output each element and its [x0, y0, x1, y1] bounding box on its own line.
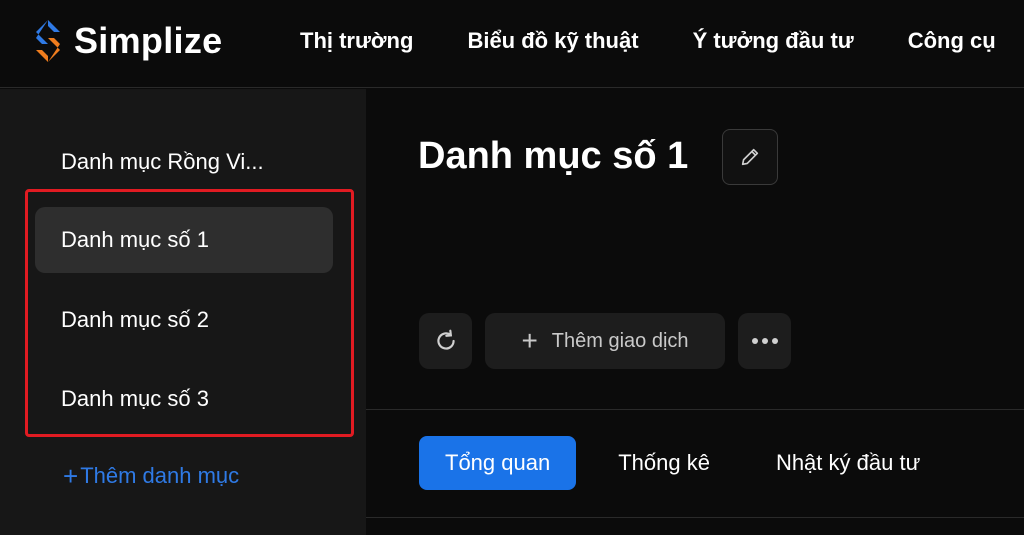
- pencil-icon: [741, 148, 759, 166]
- main-nav: Thị trường Biểu đồ kỹ thuật Ý tưởng đầu …: [300, 28, 1024, 54]
- section-divider: [366, 517, 1024, 518]
- sidebar-item-portfolio-2[interactable]: Danh mục số 2: [35, 287, 333, 353]
- nav-item-technical-chart[interactable]: Biểu đồ kỹ thuật: [467, 28, 638, 54]
- add-portfolio-label: Thêm danh mục: [80, 463, 240, 488]
- portfolio-tabs: Tổng quan Thống kê Nhật ký đầu tư: [419, 436, 920, 490]
- tab-overview[interactable]: Tổng quan: [419, 436, 577, 490]
- brand-logo[interactable]: Simplize: [32, 18, 222, 64]
- nav-item-tools[interactable]: Công cụ: [908, 28, 996, 54]
- sidebar-item-label: Danh mục Rồng Vi...: [61, 149, 264, 174]
- sidebar-item-portfolio-3[interactable]: Danh mục số 3: [35, 366, 333, 432]
- sidebar-item-label: Danh mục số 1: [61, 227, 209, 252]
- portfolio-sidebar: Danh mục Rồng Vi... Danh mục số 1 Danh m…: [0, 89, 366, 535]
- sidebar-item-portfolio-rong-viet[interactable]: Danh mục Rồng Vi...: [35, 129, 333, 195]
- page-title: Danh mục số 1: [418, 135, 689, 177]
- nav-item-market[interactable]: Thị trường: [300, 28, 413, 54]
- sidebar-item-label: Danh mục số 3: [61, 386, 209, 411]
- more-icon: [751, 338, 778, 344]
- brand-name: Simplize: [74, 20, 223, 61]
- more-options-button[interactable]: [738, 313, 791, 369]
- refresh-icon: [436, 329, 455, 350]
- simplize-logo-icon: [36, 20, 60, 62]
- main-content: Danh mục số 1 + Thêm giao dịch Tổng quan…: [366, 89, 1024, 535]
- sidebar-item-label: Danh mục số 2: [61, 307, 209, 332]
- sidebar-item-portfolio-1[interactable]: Danh mục số 1: [35, 207, 333, 273]
- refresh-button[interactable]: [419, 313, 472, 369]
- add-transaction-button[interactable]: + Thêm giao dịch: [485, 313, 725, 369]
- tab-investment-log[interactable]: Nhật ký đầu tư: [776, 450, 920, 476]
- add-portfolio-button[interactable]: + Thêm danh mục: [63, 463, 239, 489]
- nav-item-investment-ideas[interactable]: Ý tưởng đầu tư: [693, 28, 854, 54]
- plus-icon: +: [521, 325, 538, 356]
- add-transaction-label: Thêm giao dịch: [551, 329, 689, 352]
- tab-statistics[interactable]: Thống kê: [618, 450, 710, 476]
- section-divider: [366, 409, 1024, 410]
- edit-title-button[interactable]: [722, 129, 778, 185]
- plus-icon: +: [63, 461, 79, 491]
- top-nav-bar: Simplize Thị trường Biểu đồ kỹ thuật Ý t…: [0, 0, 1024, 88]
